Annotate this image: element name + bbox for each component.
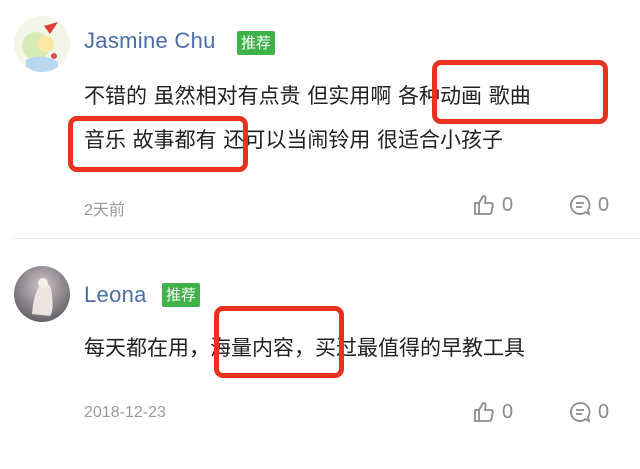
comment-date: 2天前 <box>84 202 125 219</box>
highlight-box <box>432 60 608 124</box>
avatar[interactable] <box>14 16 70 72</box>
comment-item: Leona 推荐 每天都在用，海量内容，买过最值得的早教工具 2018-12-2… <box>0 238 640 469</box>
reply-button[interactable]: 0 <box>568 400 609 424</box>
reply-count: 0 <box>598 193 610 216</box>
recommend-badge: 推荐 <box>162 283 201 307</box>
highlight-box <box>214 306 344 378</box>
comment-bubble-icon <box>570 195 591 216</box>
reply-button[interactable]: 0 <box>568 193 609 217</box>
thumbs-up-icon <box>474 402 494 422</box>
username[interactable]: Leona <box>84 282 147 308</box>
avatar[interactable] <box>14 266 70 322</box>
comment-bubble-icon <box>570 402 591 423</box>
reply-count: 0 <box>598 400 610 423</box>
comment-date: 2018-12-23 <box>84 404 166 421</box>
comment-item: Jasmine Chu 推荐 不错的 虽然相对有点贵 但实用啊 各种动画 歌曲 … <box>0 0 640 238</box>
thumbs-up-icon <box>474 195 494 215</box>
highlight-box <box>68 116 248 172</box>
like-count: 0 <box>502 193 514 216</box>
like-button[interactable]: 0 <box>472 193 513 217</box>
like-count: 0 <box>502 400 514 423</box>
recommend-badge: 推荐 <box>237 31 276 55</box>
username[interactable]: Jasmine Chu <box>84 28 216 54</box>
like-button[interactable]: 0 <box>472 400 513 424</box>
